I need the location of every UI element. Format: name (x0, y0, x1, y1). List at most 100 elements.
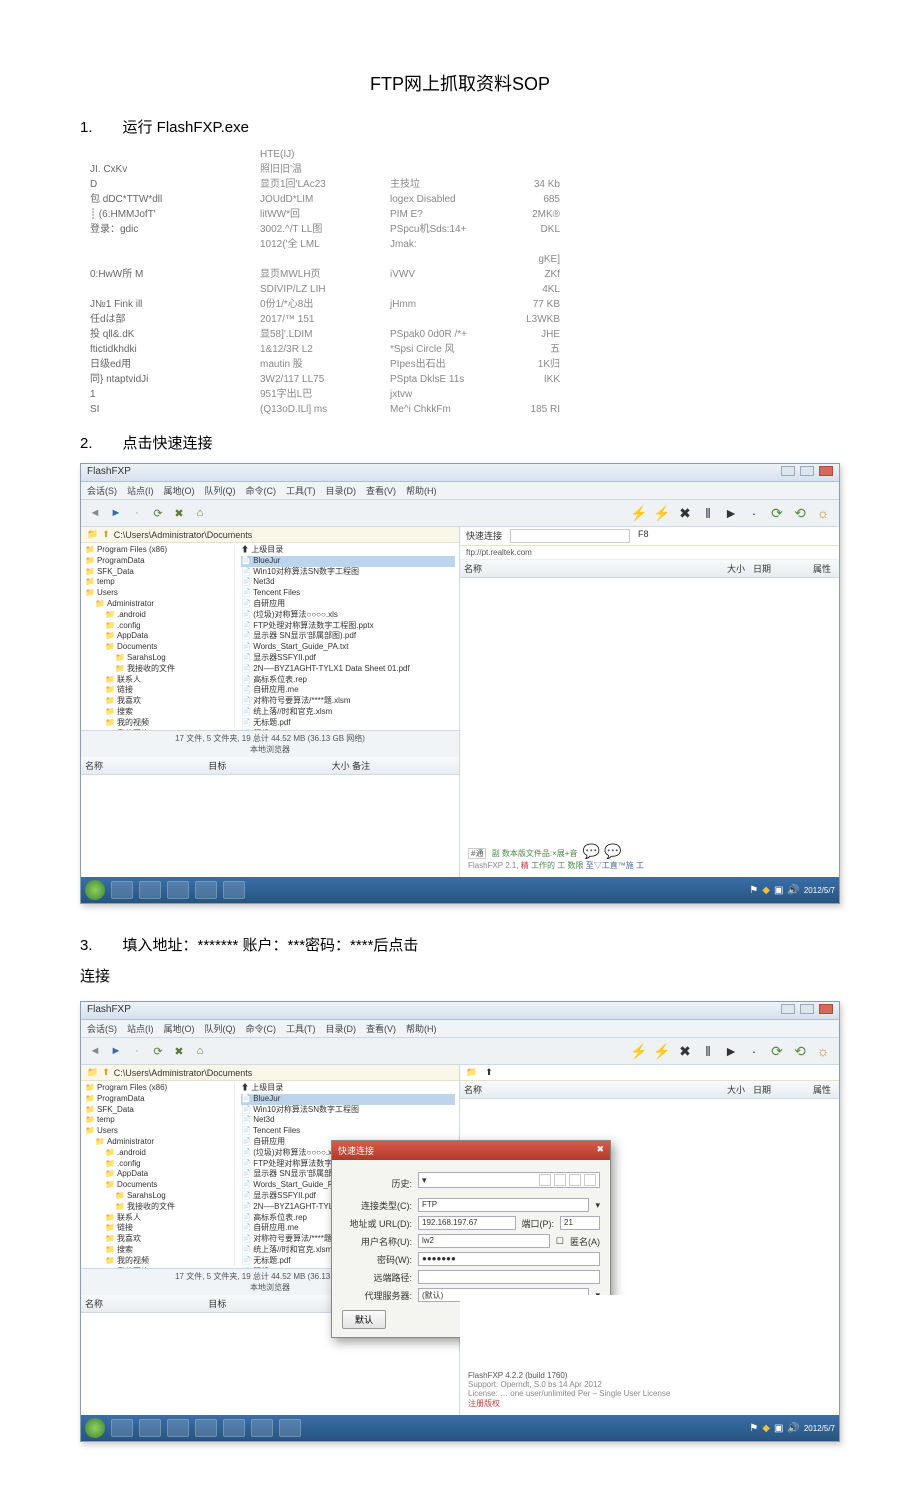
tree-node[interactable]: Program Files (x86) (85, 545, 232, 556)
file-item[interactable]: 高标系位表.rep (241, 675, 455, 686)
file-item[interactable]: Win10对称算法SN数字工程图 (241, 567, 455, 578)
menu-item[interactable]: 工具(T) (286, 1024, 316, 1034)
tree-node[interactable]: AppData (85, 631, 232, 642)
file-item[interactable]: (垃圾)对称算法○○○○.xls (241, 610, 455, 621)
up-icon[interactable]: ⬆ (102, 1067, 110, 1078)
window-controls[interactable] (779, 1004, 833, 1017)
quick-connect-icon[interactable]: ⚡ (652, 503, 672, 523)
tree-node[interactable]: 我接收的文件 (85, 664, 232, 675)
remote-path-input[interactable] (418, 1270, 600, 1284)
tree-node[interactable]: 搜索 (85, 1245, 232, 1256)
stop-icon[interactable]: ✖ (171, 1043, 187, 1059)
folder-tree[interactable]: Program Files (x86)ProgramDataSFK_Datate… (85, 545, 235, 728)
task-item[interactable] (111, 1419, 133, 1437)
settings-icon[interactable]: ☼ (813, 503, 833, 523)
folder-tree[interactable]: Program Files (x86)ProgramDataSFK_Datate… (85, 1083, 235, 1266)
menu-item[interactable]: 会话(S) (87, 486, 117, 496)
nav-back-icon[interactable]: ◄ (87, 505, 103, 521)
port-input[interactable]: 21 (560, 1216, 600, 1230)
sync-icon[interactable]: ⟲ (790, 503, 810, 523)
local-path-bar[interactable]: 📁 ⬆ C:\Users\Administrator\Documents (81, 527, 459, 543)
tree-node[interactable]: Documents (85, 642, 232, 653)
taskbar[interactable]: ⚑ ◆ ▣ 🔊 2012/5/7 (81, 877, 839, 903)
tray-flag-icon[interactable]: ⚑ (749, 885, 758, 896)
task-item[interactable] (223, 1419, 245, 1437)
menu-item[interactable]: 属地(O) (164, 486, 195, 496)
tree-node[interactable]: .config (85, 1159, 232, 1170)
tree-node[interactable]: Program Files (x86) (85, 1083, 232, 1094)
task-item[interactable] (111, 881, 133, 899)
tree-node[interactable]: ProgramData (85, 1094, 232, 1105)
conn-type-select[interactable]: FTP (418, 1198, 589, 1212)
remote-file-area[interactable] (460, 578, 839, 757)
file-item[interactable]: 上级目录 (241, 545, 455, 556)
tree-node[interactable]: Users (85, 588, 232, 599)
maximize-button[interactable] (800, 1004, 814, 1014)
refresh-icon[interactable]: ⟳ (150, 1043, 166, 1059)
reload-icon[interactable]: ⟳ (767, 1041, 787, 1061)
system-tray[interactable]: ⚑ ◆ ▣ 🔊 2012/5/7 (749, 885, 835, 896)
disconnect-icon[interactable]: ✖ (675, 1041, 695, 1061)
start-orb-icon[interactable] (85, 880, 105, 900)
tray-network-icon[interactable]: ▣ (774, 1423, 783, 1434)
task-item[interactable] (139, 881, 161, 899)
file-item[interactable]: 自研应用 (241, 599, 455, 610)
file-item[interactable]: FTP处理对称算法数字工程图.pptx (241, 621, 455, 632)
menu-bar[interactable]: 会话(S)站点(I)属地(O)队列(Q)命令(C)工具(T)目录(D)查看(V)… (81, 482, 839, 500)
up-icon[interactable]: ⬆ (102, 529, 110, 540)
menu-item[interactable]: 帮助(H) (406, 1024, 437, 1034)
file-item[interactable]: Tencent Files (241, 1126, 455, 1137)
tree-node[interactable]: 联系人 (85, 675, 232, 686)
hist-icon[interactable] (584, 1174, 596, 1186)
maximize-button[interactable] (800, 466, 814, 476)
quick-connect-input[interactable] (510, 529, 630, 543)
tree-node[interactable]: .config (85, 621, 232, 632)
task-item[interactable] (167, 881, 189, 899)
tree-node[interactable]: Documents (85, 1180, 232, 1191)
home-icon[interactable]: ⌂ (192, 505, 208, 521)
tree-node[interactable]: SFK_Data (85, 567, 232, 578)
anon-checkbox[interactable]: ☐ (556, 1236, 564, 1247)
file-item[interactable]: BlueJur (241, 1094, 455, 1105)
stop-icon[interactable]: ✖ (171, 505, 187, 521)
file-item[interactable]: 自研应用.me (241, 685, 455, 696)
tree-node[interactable]: Users (85, 1126, 232, 1137)
tray-volume-icon[interactable]: 🔊 (787, 1423, 799, 1434)
reload-icon[interactable]: ⟳ (767, 503, 787, 523)
file-item[interactable]: Words_Start_Guide_PA.txt (241, 642, 455, 653)
up-icon[interactable]: ⬆ (485, 1067, 493, 1078)
default-button[interactable]: 默认 (342, 1310, 386, 1329)
close-button[interactable] (819, 466, 833, 476)
file-item[interactable]: BlueJur (241, 556, 455, 567)
pause-icon[interactable]: ‖ (698, 1041, 718, 1061)
menu-bar[interactable]: 会话(S)站点(I)属地(O)队列(Q)命令(C)工具(T)目录(D)查看(V)… (81, 1020, 839, 1038)
task-item[interactable] (251, 1419, 273, 1437)
nav-fwd-icon[interactable]: ► (108, 505, 124, 521)
file-item[interactable]: 上级目录 (241, 1083, 455, 1094)
tree-node[interactable]: Administrator (85, 599, 232, 610)
menu-item[interactable]: 站点(I) (127, 1024, 154, 1034)
tray-network-icon[interactable]: ▣ (774, 885, 783, 896)
minimize-button[interactable] (781, 466, 795, 476)
minimize-button[interactable] (781, 1004, 795, 1014)
tree-node[interactable]: SarahsLog (85, 653, 232, 664)
menu-item[interactable]: 队列(Q) (205, 486, 236, 496)
close-button[interactable] (819, 1004, 833, 1014)
menu-item[interactable]: 站点(I) (127, 486, 154, 496)
dialog-close-icon[interactable]: ✖ (596, 1144, 604, 1157)
connect-icon[interactable]: ⚡ (629, 1041, 649, 1061)
menu-item[interactable]: 目录(D) (326, 1024, 357, 1034)
tree-node[interactable]: .android (85, 610, 232, 621)
task-item[interactable] (279, 1419, 301, 1437)
tree-node[interactable]: SFK_Data (85, 1105, 232, 1116)
menu-item[interactable]: 查看(V) (366, 486, 396, 496)
tree-node[interactable]: 我的视频 (85, 1256, 232, 1267)
menu-item[interactable]: 命令(C) (246, 1024, 277, 1034)
tree-node[interactable]: 我喜欢 (85, 696, 232, 707)
quick-connect-icon[interactable]: ⚡ (652, 1041, 672, 1061)
tree-node[interactable]: 链接 (85, 1223, 232, 1234)
settings-icon[interactable]: ☼ (813, 1041, 833, 1061)
start-orb-icon[interactable] (85, 1418, 105, 1438)
play-icon[interactable]: ► (721, 1041, 741, 1061)
task-item[interactable] (195, 1419, 217, 1437)
